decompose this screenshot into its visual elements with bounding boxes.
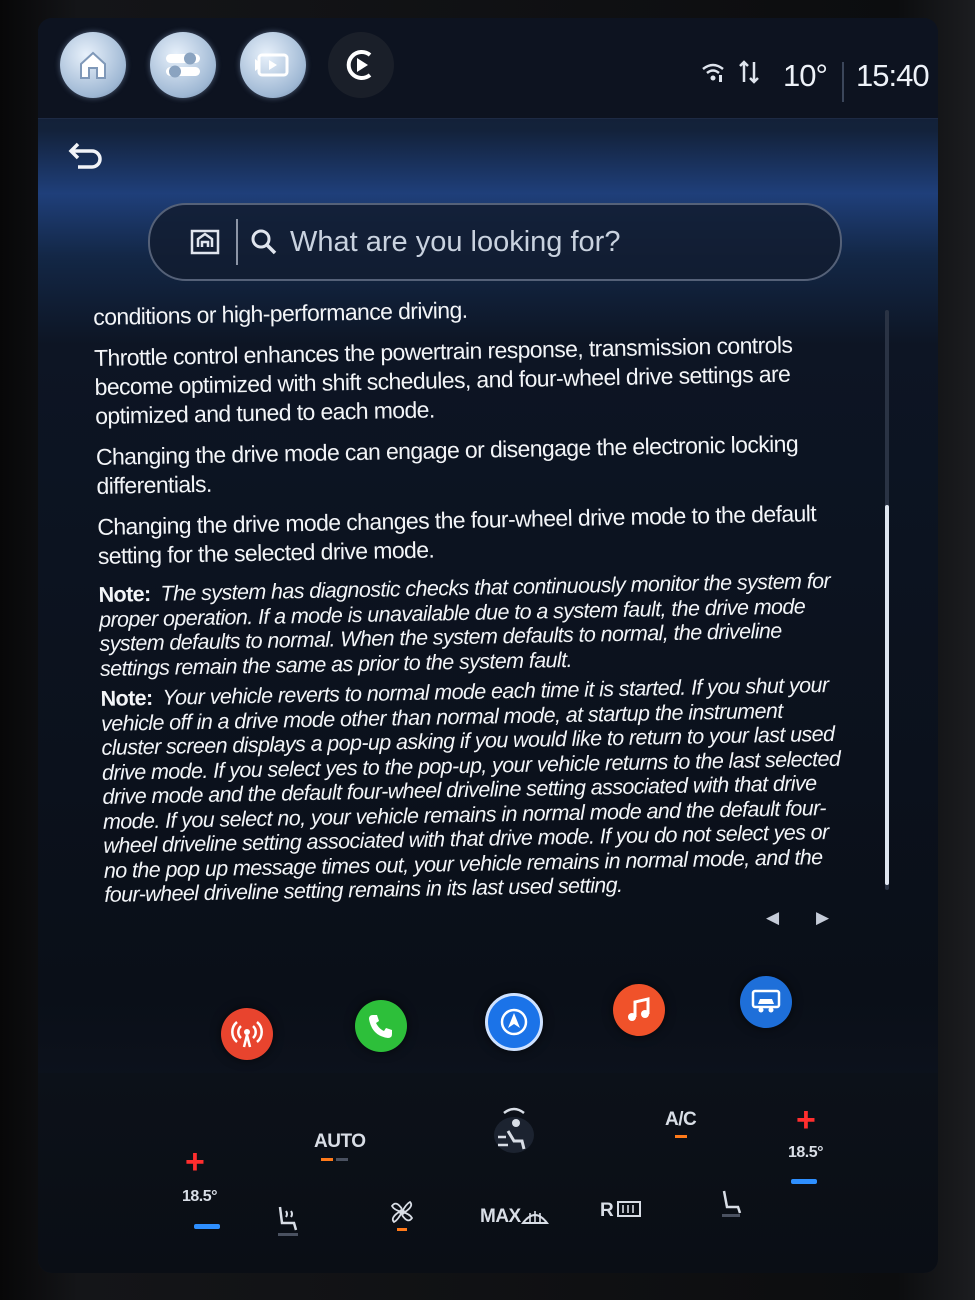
- time-text: 15:40: [856, 58, 930, 93]
- scrollbar-thumb[interactable]: [885, 505, 889, 885]
- note-2: Note: Your vehicle reverts to normal mode…: [100, 673, 844, 908]
- fan-icon[interactable]: [386, 1198, 418, 1232]
- temperature-text: 10°: [783, 58, 828, 93]
- vehicle-manual-icon: [190, 229, 220, 255]
- navigation-app-button[interactable]: [485, 993, 543, 1051]
- back-arrow-icon: [68, 142, 102, 169]
- phone-icon: [369, 1015, 392, 1038]
- defrost-icon: [521, 1211, 549, 1224]
- music-app-button[interactable]: [613, 984, 665, 1036]
- radio-icon: [231, 1021, 263, 1048]
- rear-defrost-icon: [617, 1201, 641, 1217]
- note-2-text: Your vehicle reverts to normal mode each…: [100, 672, 841, 907]
- home-button[interactable]: [60, 32, 126, 98]
- note-1: Note: The system has diagnostic checks th…: [98, 569, 840, 681]
- vehicle-app-button[interactable]: [740, 976, 792, 1028]
- paragraph-3: Changing the drive mode can engage or di…: [95, 430, 799, 499]
- search-bar[interactable]: [148, 203, 842, 281]
- status-icons: [700, 58, 764, 86]
- left-temp-up-button[interactable]: +: [185, 1145, 205, 1179]
- max-defrost-button[interactable]: MAX: [480, 1206, 521, 1228]
- left-temp-value: 18.5°: [182, 1188, 218, 1205]
- media-icon: [255, 53, 289, 77]
- search-separator: [236, 219, 238, 265]
- home-icon: [80, 51, 106, 79]
- paragraph-1: conditions or high-performance driving.: [93, 296, 468, 330]
- clock: 15:40: [856, 58, 930, 94]
- seat-icon[interactable]: [718, 1187, 744, 1217]
- auto-indicator-off: [336, 1158, 348, 1161]
- phone-app-button[interactable]: [355, 1000, 407, 1052]
- vehicle-settings-icon: [751, 989, 781, 1013]
- ac-button[interactable]: A/C: [665, 1109, 697, 1131]
- auto-button[interactable]: AUTO: [314, 1131, 366, 1153]
- note-1-text: The system has diagnostic checks that co…: [98, 568, 831, 681]
- scrollbar[interactable]: [885, 310, 889, 890]
- paragraph-4: Changing the drive mode changes the four…: [97, 500, 817, 569]
- next-page-button[interactable]: ▶: [816, 908, 829, 928]
- settings-button[interactable]: [150, 32, 216, 98]
- note-label: Note:: [100, 685, 153, 711]
- manual-content: conditions or high-performance driving. …: [93, 289, 845, 914]
- back-button[interactable]: [66, 136, 106, 176]
- search-input[interactable]: [288, 215, 772, 269]
- media-button[interactable]: [240, 32, 306, 98]
- paragraph-2: Throttle control enhances the powertrain…: [93, 331, 793, 429]
- wifi-icon: [702, 63, 724, 82]
- outside-temperature: 10°: [783, 58, 828, 94]
- note-label: Note:: [98, 581, 151, 607]
- right-temp-up-button[interactable]: +: [796, 1103, 816, 1137]
- left-temp-down-button[interactable]: [194, 1224, 220, 1229]
- status-divider: [842, 62, 844, 102]
- climate-bar: + 18.5° AUTO MAX R A/C + 18.5°: [38, 1073, 938, 1273]
- settings-sliders-icon: [166, 52, 200, 78]
- right-temp-value: 18.5°: [788, 1144, 824, 1161]
- phone-connect-icon: [346, 50, 372, 80]
- signal-arrows-icon: [739, 60, 759, 84]
- radio-app-button[interactable]: [221, 1008, 273, 1060]
- previous-page-button[interactable]: ◀: [766, 908, 779, 928]
- airflow-mode-icon[interactable]: [490, 1101, 538, 1157]
- top-bar: 10° 15:40: [38, 18, 938, 119]
- phone-connect-button[interactable]: [328, 32, 394, 98]
- infotainment-screen: 10° 15:40 conditions or high-performance…: [38, 18, 938, 1273]
- navigation-icon: [500, 1008, 528, 1036]
- rear-defrost-button[interactable]: R: [600, 1200, 614, 1222]
- heated-seat-icon[interactable]: [272, 1203, 302, 1237]
- right-temp-down-button[interactable]: [791, 1179, 817, 1184]
- search-icon: [251, 229, 277, 255]
- ac-indicator: [675, 1135, 687, 1138]
- auto-indicator: [321, 1158, 333, 1161]
- music-note-icon: [628, 997, 650, 1021]
